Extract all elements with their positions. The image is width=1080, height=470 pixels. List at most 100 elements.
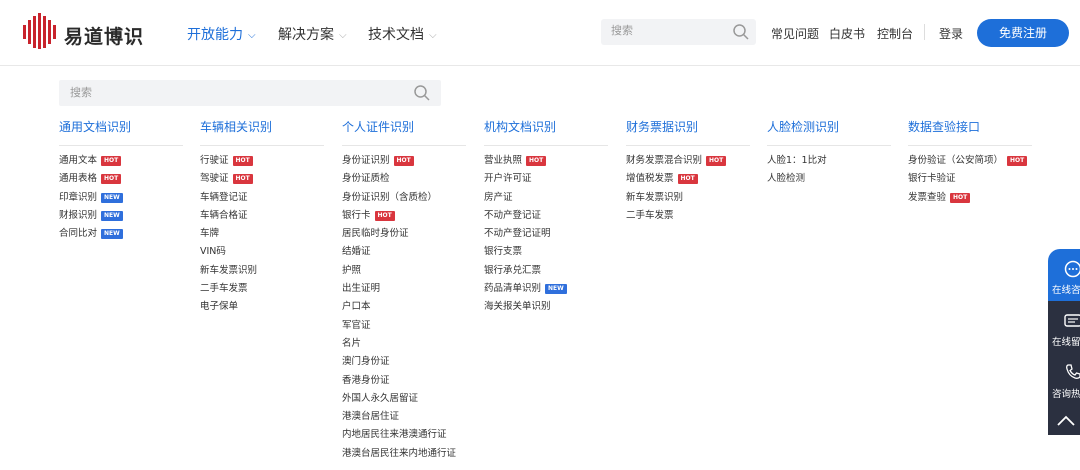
menu-item[interactable]: 不动产登记证明 [484,225,608,243]
menu-item[interactable]: 二手车发票 [626,207,750,225]
menu-item[interactable]: 发票查验 HOT [908,189,1032,207]
menu-item[interactable]: 开户许可证 [484,170,608,188]
divider [59,145,183,146]
nav-tech-docs[interactable]: 技术文档 ⌵ [368,24,437,44]
menu-item[interactable]: 营业执照 HOT [484,152,608,170]
divider [484,145,608,146]
menu-item-label: 银行卡验证 [908,173,956,185]
menu-item[interactable]: 身份证质检 [342,170,466,188]
login-link[interactable]: 登录 [939,25,963,42]
online-chat-button[interactable]: 在线咨 [1048,249,1080,301]
menu-item[interactable]: 车辆合格证 [200,207,324,225]
menu-column: 车辆相关识别 行驶证 HOT 驾驶证 HOT 车辆登记证 车辆合格证 车牌 VIN码 新车发票识别… [200,118,324,317]
menu-item[interactable]: 人脸1：1比对 [767,152,891,170]
faq-link[interactable]: 常见问题 [771,25,819,42]
menu-column-title[interactable]: 财务票据识别 [626,118,750,136]
console-link[interactable]: 控制台 [877,25,913,42]
menu-item[interactable]: 新车发票识别 [626,189,750,207]
menu-item[interactable]: 行驶证 HOT [200,152,324,170]
menu-item[interactable]: 居民临时身份证 [342,225,466,243]
back-to-top-button[interactable] [1048,407,1080,435]
menu-item[interactable]: 银行卡验证 [908,170,1032,188]
menu-item-label: 财报识别 [59,209,98,221]
menu-item[interactable]: 澳门身份证 [342,353,466,371]
menu-item[interactable]: 身份证识别 HOT [342,152,466,170]
hot-badge: HOT [526,156,547,166]
menu-search [59,80,441,106]
menu-item[interactable]: 人脸检测 [767,170,891,188]
menu-column-title[interactable]: 数据查验接口 [908,118,1032,136]
menu-column: 数据查验接口 身份验证（公安简项） HOT 银行卡验证发票查验 HOT [908,118,1032,207]
search-icon[interactable] [732,23,750,41]
menu-item[interactable]: 不动产登记证 [484,207,608,225]
menu-item[interactable]: 通用表格 HOT [59,170,183,188]
menu-item-label: 发票查验 [908,191,947,203]
menu-item-label: 身份证质检 [342,173,390,185]
menu-item-label: 二手车发票 [626,209,674,221]
menu-item[interactable]: 军官证 [342,317,466,335]
menu-item[interactable]: 电子保单 [200,298,324,316]
new-badge: NEW [101,192,123,203]
menu-item[interactable]: 增值税发票 HOT [626,170,750,188]
menu-item[interactable]: 身份验证（公安简项） HOT [908,152,1032,170]
menu-item[interactable]: 合同比对 NEW [59,225,183,243]
menu-item[interactable]: 驾驶证 HOT [200,170,324,188]
menu-item[interactable]: 护照 [342,262,466,280]
whitepaper-link[interactable]: 白皮书 [829,25,865,42]
menu-column-title[interactable]: 通用文档识别 [59,118,183,136]
menu-column-title[interactable]: 机构文档识别 [484,118,608,136]
hot-badge: HOT [950,192,971,203]
menu-item[interactable]: 药品清单识别 NEW [484,280,608,298]
menu-search-input[interactable] [70,86,390,99]
menu-column-title[interactable]: 车辆相关识别 [200,118,324,136]
menu-item[interactable]: 银行承兑汇票 [484,262,608,280]
menu-item-label: 护照 [342,264,362,276]
menu-item[interactable]: 车辆登记证 [200,189,324,207]
menu-item[interactable]: 名片 [342,335,466,353]
menu-item[interactable]: 结婚证 [342,243,466,261]
menu-item-label: 银行卡 [342,209,371,221]
menu-item-label: 澳门身份证 [342,356,390,368]
menu-item[interactable]: 港澳台居民往来内地通行证 [342,445,466,463]
menu-item[interactable]: 内地居民往来港澳通行证 [342,426,466,444]
search-icon[interactable] [413,84,431,102]
menu-item[interactable]: 身份证识别（含质检） [342,189,466,207]
menu-item[interactable]: VIN码 [200,243,324,261]
divider [200,145,324,146]
menu-item[interactable]: 外国人永久居留证 [342,390,466,408]
menu-item-label: 通用文本 [59,155,98,166]
menu-item-label: 开户许可证 [484,173,532,185]
nav-label: 开放能力 [187,27,243,43]
logo[interactable]: 易道博识 [22,13,143,49]
menu-item[interactable]: 银行卡 HOT [342,207,466,225]
menu-item[interactable]: 出生证明 [342,280,466,298]
menu-item[interactable]: 财务发票混合识别 HOT [626,152,750,170]
divider [626,145,750,146]
menu-item-label: 营业执照 [484,155,523,166]
menu-item[interactable]: 印章识别 NEW [59,189,183,207]
hot-badge: HOT [393,156,414,166]
menu-item[interactable]: 财报识别 NEW [59,207,183,225]
divider [908,145,1032,146]
menu-item[interactable]: 通用文本 HOT [59,152,183,170]
menu-item[interactable]: 新车发票识别 [200,262,324,280]
menu-column-title[interactable]: 个人证件识别 [342,118,466,136]
menu-item-label: 银行支票 [484,246,523,258]
signup-button[interactable]: 免费注册 [977,19,1069,47]
menu-item[interactable]: 香港身份证 [342,372,466,390]
menu-item[interactable]: 二手车发票 [200,280,324,298]
menu-column-title[interactable]: 人脸检测识别 [767,118,891,136]
menu-item[interactable]: 车牌 [200,225,324,243]
leave-message-button[interactable]: 在线留 [1048,301,1080,353]
nav-solutions[interactable]: 解决方案 ⌵ [278,24,347,44]
menu-item-label: 房产证 [484,191,513,203]
header-search-input[interactable] [611,24,731,37]
menu-item[interactable]: 海关报关单识别 [484,298,608,316]
menu-item[interactable]: 房产证 [484,189,608,207]
nav-open-capabilities[interactable]: 开放能力 ⌵ [187,24,256,44]
menu-item[interactable]: 港澳台居住证 [342,408,466,426]
menu-item[interactable]: 户口本 [342,298,466,316]
hotline-button[interactable]: 咨询热 [1048,353,1080,407]
menu-item-label: 二手车发票 [200,283,248,295]
menu-item[interactable]: 银行支票 [484,243,608,261]
